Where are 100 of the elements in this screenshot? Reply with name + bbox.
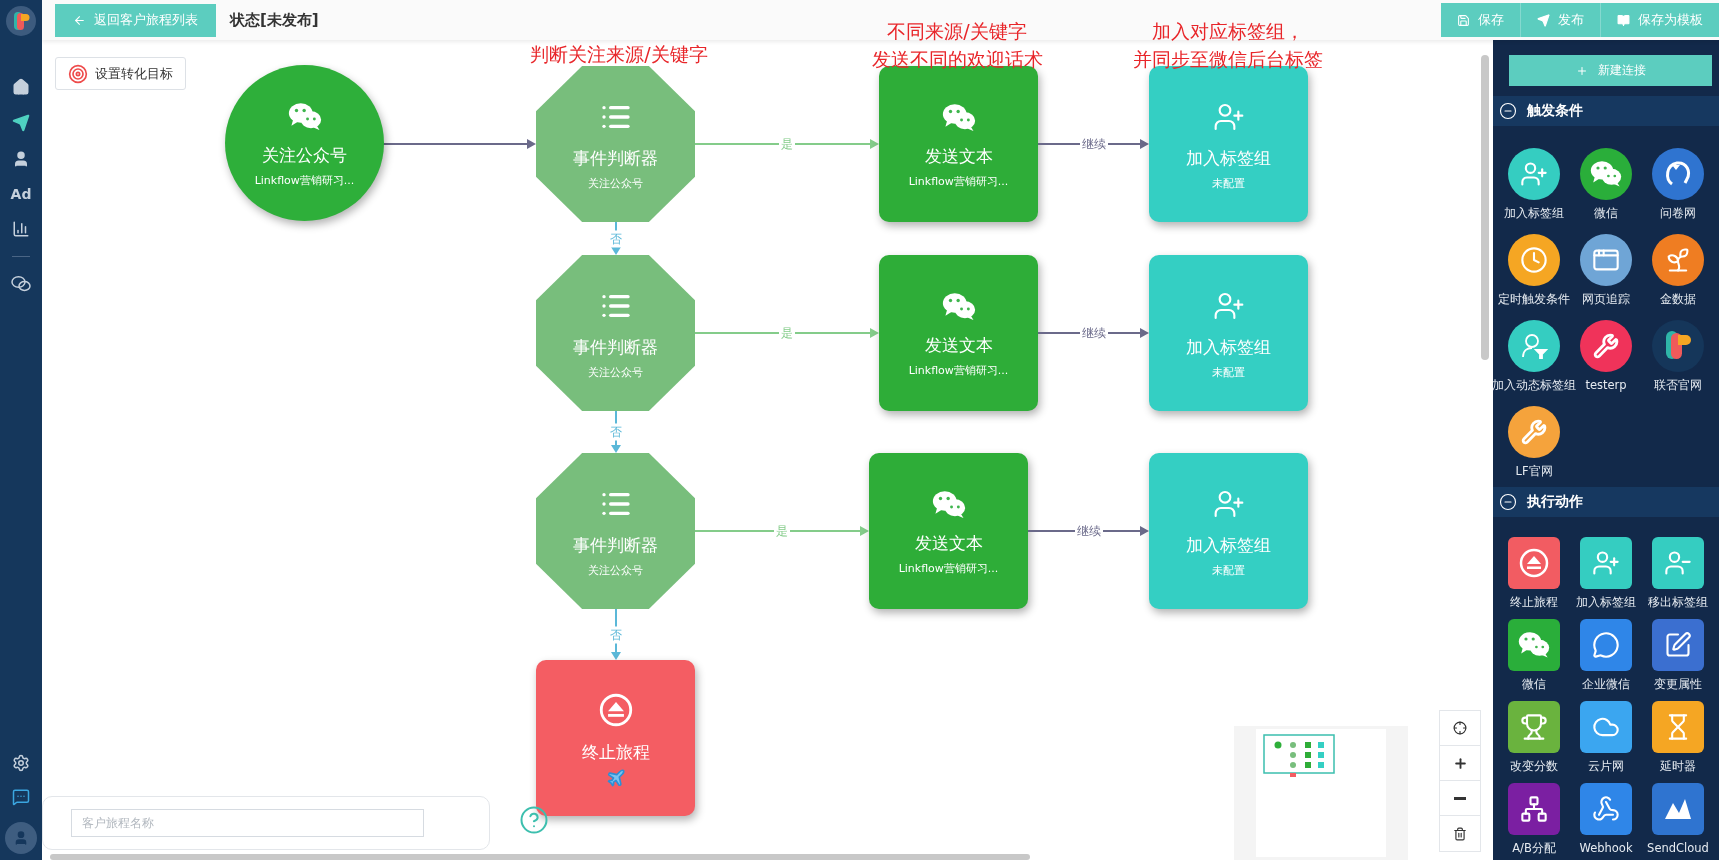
section-header[interactable]: 触发条件 bbox=[1493, 96, 1719, 126]
back-arrow-icon bbox=[73, 13, 86, 27]
toolbar-button[interactable]: 保存为模板 bbox=[1600, 3, 1719, 37]
palette-tile[interactable] bbox=[1508, 148, 1560, 200]
palette-tile[interactable] bbox=[1508, 701, 1560, 753]
palette-tile[interactable] bbox=[1652, 619, 1704, 671]
palette-tile[interactable] bbox=[1580, 320, 1632, 372]
wechat-icon bbox=[941, 102, 976, 132]
edit-icon bbox=[1664, 631, 1692, 659]
sidebar-item[interactable]: Ad bbox=[10, 186, 32, 202]
home-icon bbox=[12, 78, 30, 96]
sidebar-item[interactable] bbox=[12, 220, 30, 238]
book-icon bbox=[1617, 13, 1630, 27]
send-node[interactable]: 发送文本 Linkflow营销研习... bbox=[879, 255, 1038, 411]
new-connection-button[interactable]: 新建连接 bbox=[1509, 55, 1712, 86]
section-header[interactable]: 执行动作 bbox=[1493, 487, 1719, 517]
palette-label: 微信 bbox=[1522, 677, 1546, 692]
logo-icon[interactable] bbox=[6, 6, 36, 36]
palette-tile[interactable] bbox=[1652, 320, 1704, 372]
user-plus-icon bbox=[1212, 101, 1245, 133]
palette-tile[interactable] bbox=[1508, 783, 1560, 835]
edge-label: 是 bbox=[779, 135, 795, 153]
palette-tile[interactable] bbox=[1580, 537, 1632, 589]
palette-tile[interactable] bbox=[1580, 619, 1632, 671]
sidebar-item[interactable] bbox=[12, 114, 30, 132]
back-button[interactable]: 返回客户旅程列表 bbox=[55, 3, 216, 37]
wechat-icon bbox=[1518, 631, 1550, 659]
palette-tile[interactable] bbox=[1508, 619, 1560, 671]
wechat-icon bbox=[941, 291, 976, 321]
scrollbar[interactable] bbox=[50, 854, 1030, 860]
palette-label: 改变分数 bbox=[1510, 759, 1558, 774]
edge-label: 继续 bbox=[1074, 522, 1103, 540]
journey-name-field[interactable]: 客户旅程名称 bbox=[71, 809, 424, 837]
help-icon[interactable] bbox=[519, 805, 549, 835]
node-subtitle: Linkflow营销研习... bbox=[908, 363, 1009, 379]
branch-icon bbox=[1520, 795, 1548, 823]
user-icon bbox=[12, 150, 30, 168]
send-icon bbox=[12, 114, 30, 132]
palette-tile[interactable] bbox=[1580, 234, 1632, 286]
node-subtitle: Linkflow营销研习... bbox=[254, 173, 355, 189]
judge-node[interactable]: 事件判断器 关注公众号 bbox=[536, 66, 695, 222]
palette-label: 联否官网 bbox=[1654, 378, 1702, 393]
tag-node[interactable]: 加入标签组 未配置 bbox=[1149, 255, 1308, 411]
paper-plane-icon bbox=[1537, 13, 1550, 27]
sidebar-item[interactable] bbox=[12, 78, 30, 96]
chat-bubbles-icon bbox=[11, 275, 31, 293]
palette-tile[interactable] bbox=[1652, 701, 1704, 753]
webhook-icon bbox=[1592, 795, 1620, 823]
trash-icon bbox=[1453, 826, 1467, 841]
palette-tile[interactable] bbox=[1652, 537, 1704, 589]
end-node[interactable]: 终止旅程 bbox=[536, 660, 695, 816]
conversion-goal-button[interactable]: 设置转化目标 bbox=[55, 57, 186, 90]
tag-node[interactable]: 加入标签组 未配置 bbox=[1149, 453, 1308, 609]
palette-label: testerp bbox=[1585, 378, 1627, 392]
node-subtitle: Linkflow营销研习... bbox=[898, 561, 999, 577]
plus-icon bbox=[1452, 755, 1468, 771]
wechat-icon bbox=[1590, 160, 1622, 188]
palette-tile[interactable] bbox=[1652, 783, 1704, 835]
airplane-icon bbox=[605, 767, 626, 788]
node-title: 加入标签组 bbox=[1186, 147, 1271, 170]
node-subtitle: 未配置 bbox=[1212, 176, 1245, 191]
trigger-node[interactable]: 关注公众号 Linkflow营销研习... bbox=[225, 65, 384, 221]
palette-label: Webhook bbox=[1579, 841, 1633, 855]
palette-label: SendCloud bbox=[1647, 841, 1709, 855]
node-title: 事件判断器 bbox=[573, 336, 658, 359]
palette-label: 问卷网 bbox=[1660, 206, 1696, 221]
node-subtitle: 未配置 bbox=[1212, 563, 1245, 578]
save-icon bbox=[1457, 13, 1470, 27]
judge-node[interactable]: 事件判断器 关注公众号 bbox=[536, 453, 695, 609]
edge-label: 是 bbox=[779, 324, 795, 342]
node-title: 终止旅程 bbox=[581, 740, 650, 764]
toolbar-button[interactable]: 发布 bbox=[1520, 3, 1600, 37]
journey-status: 状态[未发布] bbox=[230, 10, 319, 30]
palette-tile[interactable] bbox=[1508, 320, 1560, 372]
judge-node[interactable]: 事件判断器 关注公众号 bbox=[536, 255, 695, 411]
palette-label: 变更属性 bbox=[1654, 677, 1702, 692]
edge-label: 否 bbox=[608, 626, 624, 643]
toolbar-button[interactable]: 保存 bbox=[1441, 3, 1520, 37]
palette-label: LF官网 bbox=[1515, 464, 1553, 479]
palette-label: 加入动态标签组 bbox=[1493, 378, 1576, 393]
palette-label: 终止旅程 bbox=[1510, 595, 1558, 610]
send-node[interactable]: 发送文本 Linkflow营销研习... bbox=[869, 453, 1028, 609]
palette-tile[interactable] bbox=[1580, 783, 1632, 835]
palette-tile[interactable] bbox=[1652, 234, 1704, 286]
node-title: 加入标签组 bbox=[1186, 336, 1271, 359]
scrollbar[interactable] bbox=[1481, 55, 1489, 360]
palette-tile[interactable] bbox=[1580, 148, 1632, 200]
target-icon bbox=[68, 63, 88, 84]
sidebar-item[interactable] bbox=[11, 275, 31, 293]
palette-tile[interactable] bbox=[1508, 537, 1560, 589]
palette-tile[interactable] bbox=[1652, 148, 1704, 200]
palette-tile[interactable] bbox=[1508, 406, 1560, 458]
node-title: 发送文本 bbox=[924, 334, 993, 358]
palette-tile[interactable] bbox=[1580, 701, 1632, 753]
palette-tile[interactable] bbox=[1508, 234, 1560, 286]
settings-icon[interactable] bbox=[12, 754, 30, 772]
palette-label: 定时触发条件 bbox=[1498, 292, 1570, 307]
chat-icon[interactable] bbox=[12, 788, 30, 806]
sidebar-item[interactable] bbox=[12, 150, 30, 168]
minus-icon bbox=[1454, 796, 1466, 800]
